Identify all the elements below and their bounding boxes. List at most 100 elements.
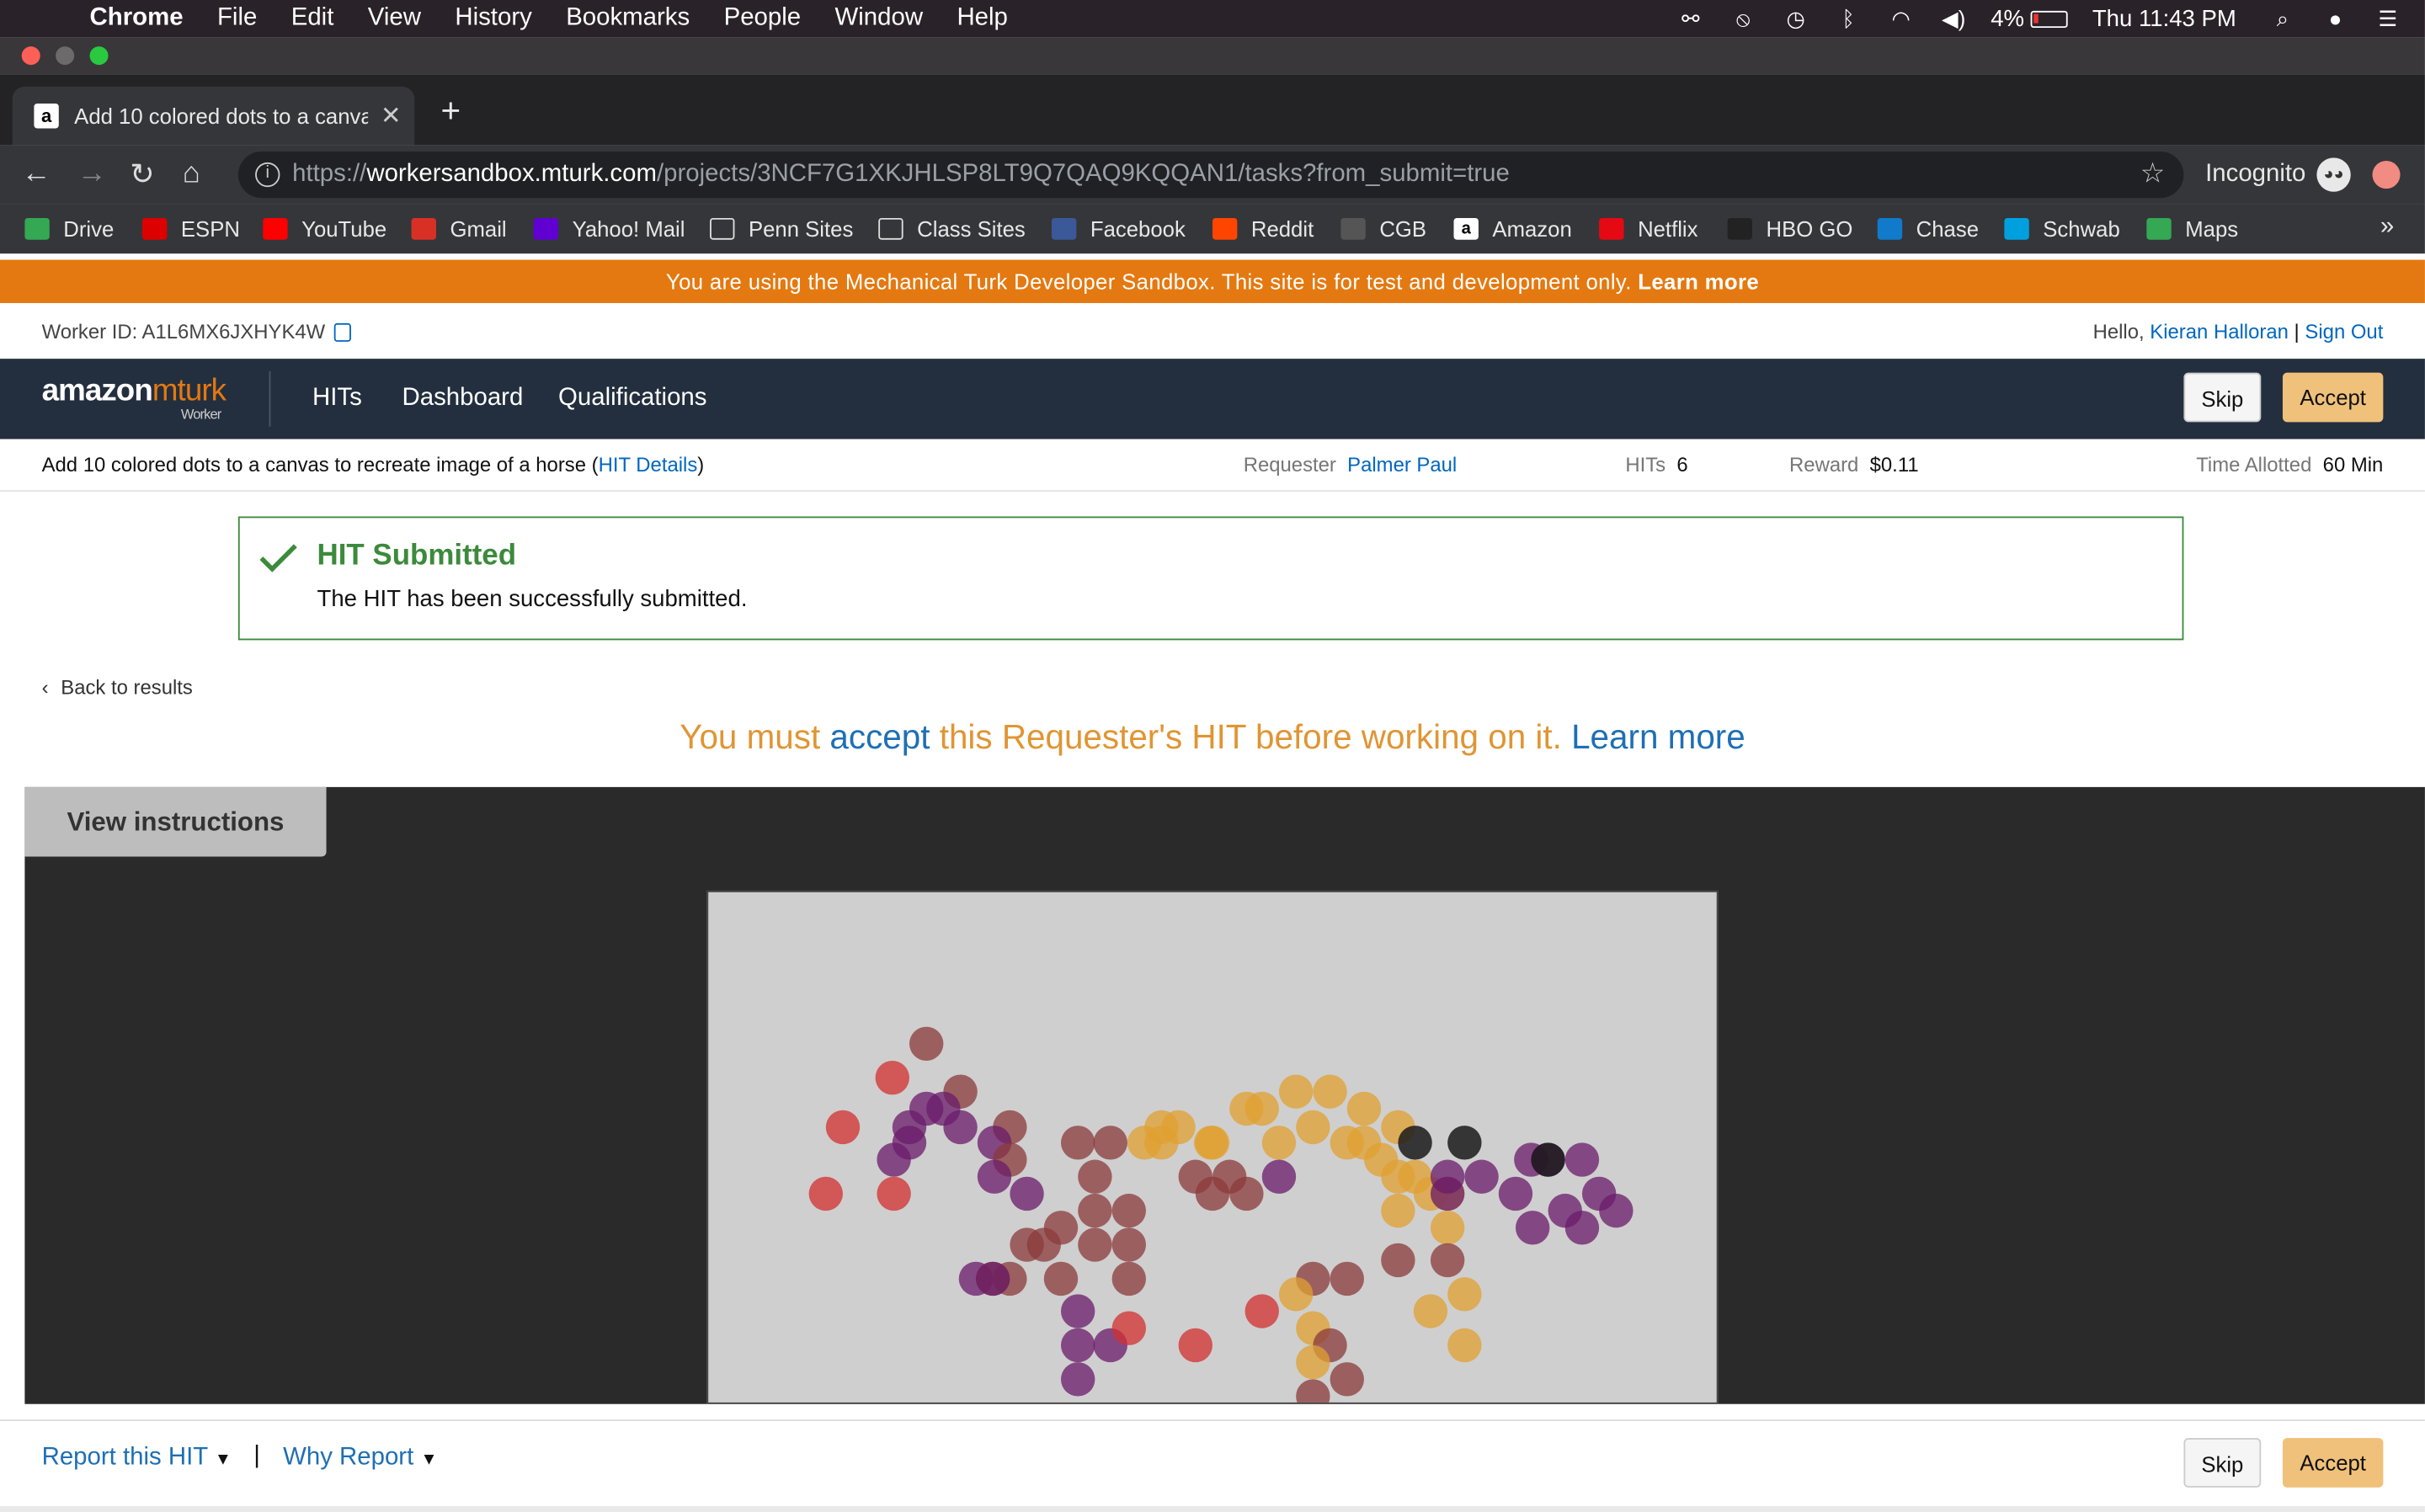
nav-hits[interactable]: HITs — [312, 385, 362, 413]
dot-orange — [1278, 1074, 1314, 1109]
dot-orange — [1278, 1277, 1314, 1312]
battery-icon[interactable] — [2030, 9, 2068, 28]
close-tab-icon[interactable]: ✕ — [381, 100, 402, 131]
menu-edit[interactable]: Edit — [291, 5, 334, 33]
bookmark-reddit[interactable]: Reddit — [1212, 216, 1314, 242]
dot-purple — [1060, 1294, 1095, 1328]
success-alert: HIT Submitted The HIT has been successfu… — [237, 516, 2184, 641]
back-arrow-icon[interactable]: ← — [22, 157, 51, 191]
dot-purple — [977, 1159, 1012, 1194]
bookmark-facebook[interactable]: Facebook — [1051, 216, 1186, 242]
bookmark-class-sites[interactable]: Class Sites — [878, 216, 1026, 242]
menu-history[interactable]: History — [455, 5, 531, 33]
facebook-icon — [1051, 217, 1077, 240]
sandbox-text: You are using the Mechanical Turk Develo… — [665, 269, 1632, 294]
dot-red — [1178, 1328, 1212, 1363]
dot-purple — [1060, 1328, 1095, 1363]
footer-accept-button[interactable]: Accept — [2282, 1438, 2384, 1488]
menu-window[interactable]: Window — [835, 5, 924, 33]
dot-maroon — [1111, 1193, 1146, 1228]
address-bar[interactable]: i https://workersandbox.mturk.com/projec… — [237, 151, 2184, 199]
dot-purple — [1564, 1211, 1600, 1245]
bookmark-youtube[interactable]: YouTube — [263, 216, 387, 242]
nav-qualifications[interactable]: Qualifications — [558, 385, 706, 413]
bookmark-cgb[interactable]: CGB — [1340, 216, 1426, 242]
nav-dashboard[interactable]: Dashboard — [402, 385, 524, 413]
bookmark-gmail[interactable]: Gmail — [411, 216, 507, 242]
skip-button[interactable]: Skip — [2183, 372, 2262, 423]
dot-red — [808, 1176, 844, 1211]
site-info-icon[interactable]: i — [255, 162, 280, 188]
sandbox-learn-more-link[interactable]: Learn more — [1638, 269, 1759, 294]
clock[interactable]: Thu 11:43 PM — [2092, 5, 2236, 31]
requester-link[interactable]: Palmer Paul — [1347, 453, 1457, 476]
new-tab-icon[interactable]: + — [440, 91, 461, 131]
incognito-icon[interactable]: ◕◕ — [2316, 157, 2351, 192]
time-machine-icon[interactable]: ◷ — [1780, 6, 1811, 30]
bookmarks-overflow-icon[interactable]: » — [2380, 213, 2394, 241]
home-icon[interactable]: ⌂ — [183, 157, 200, 191]
bookmark-star-icon[interactable]: ☆ — [2140, 157, 2166, 190]
zoom-window-button[interactable] — [89, 46, 109, 66]
bookmark-amazon[interactable]: a Amazon — [1453, 216, 1572, 242]
wifi-icon[interactable]: ◠ — [1885, 6, 1916, 30]
bookmark-label: Reddit — [1250, 216, 1314, 242]
circle-slash-icon[interactable]: ⦸ — [1728, 6, 1759, 30]
menu-app-name[interactable]: Chrome — [90, 5, 184, 33]
espn-icon — [141, 217, 168, 240]
close-window-button[interactable] — [21, 46, 40, 66]
bookmark-chase[interactable]: Chase — [1877, 216, 1979, 242]
browser-tab[interactable]: a Add 10 colored dots to a canvas to rec… — [12, 86, 415, 146]
mturk-logo[interactable]: amazonmturk Worker — [42, 374, 227, 422]
bookmark-netflix[interactable]: Netflix — [1599, 216, 1698, 242]
must-accept-pre: You must — [680, 717, 830, 757]
bluetooth-icon[interactable]: ᛒ — [1833, 6, 1864, 30]
forward-arrow-icon[interactable]: → — [77, 157, 107, 191]
footer-skip-button[interactable]: Skip — [2183, 1438, 2262, 1488]
menu-help[interactable]: Help — [957, 5, 1007, 33]
spotlight-search-icon[interactable]: ⌕ — [2268, 6, 2299, 30]
menu-file[interactable]: File — [217, 5, 257, 33]
accept-button[interactable]: Accept — [2282, 372, 2384, 423]
time-allotted-value: 60 Min — [2322, 453, 2384, 476]
siri-icon[interactable]: ● — [2320, 6, 2351, 30]
report-hit-dropdown[interactable]: Report this HIT ▼ — [42, 1444, 232, 1472]
notification-center-icon[interactable]: ☰ — [2372, 6, 2403, 30]
hits-count: 6 — [1676, 453, 1688, 476]
incognito-label[interactable]: Incognito — [2205, 161, 2305, 189]
view-instructions-button[interactable]: View instructions — [24, 786, 327, 857]
folder-icon — [710, 217, 735, 240]
bookmark-label: YouTube — [301, 216, 387, 242]
back-to-results-link[interactable]: ‹ Back to results — [42, 676, 193, 700]
bookmark-drive[interactable]: Drive — [24, 216, 114, 242]
extension-icon[interactable] — [2372, 161, 2401, 189]
minimize-window-button[interactable] — [56, 46, 75, 66]
worker-name-link[interactable]: Kieran Halloran — [2150, 320, 2289, 343]
bookmark-schwab[interactable]: Schwab — [2004, 216, 2120, 242]
worker-bar: Worker ID: A1L6MX6JXHYK4W Hello, Kieran … — [0, 302, 2425, 359]
sign-out-link[interactable]: Sign Out — [2305, 320, 2383, 343]
bookmark-yahoo-mail[interactable]: Yahoo! Mail — [533, 216, 685, 242]
reload-icon[interactable]: ↻ — [130, 157, 154, 193]
drawing-canvas[interactable] — [706, 890, 1719, 1404]
why-report-dropdown[interactable]: Why Report ▼ — [283, 1444, 437, 1472]
hit-details-link[interactable]: HIT Details — [599, 453, 698, 476]
bookmark-espn[interactable]: ESPN — [141, 216, 240, 242]
dot-maroon — [1078, 1159, 1112, 1194]
bookmark-hbo-go[interactable]: HBO GO — [1727, 216, 1852, 242]
copy-icon[interactable] — [334, 322, 352, 342]
volume-icon[interactable]: ◀) — [1938, 6, 1969, 30]
youtube-icon — [263, 217, 288, 240]
menu-view[interactable]: View — [368, 5, 421, 33]
footer-bar: Report this HIT ▼ | Why Report ▼ Skip Ac… — [0, 1419, 2425, 1506]
menu-people[interactable]: People — [724, 5, 802, 33]
bookmark-penn-sites[interactable]: Penn Sites — [710, 216, 853, 242]
dot-orange — [1296, 1110, 1330, 1145]
glasses-icon[interactable]: ⚯ — [1676, 6, 1707, 30]
dot-black — [1398, 1126, 1432, 1160]
nav-divider — [269, 370, 271, 427]
menu-bookmarks[interactable]: Bookmarks — [566, 5, 690, 33]
learn-more-link[interactable]: Learn more — [1571, 717, 1745, 756]
accept-link[interactable]: accept — [829, 717, 930, 756]
bookmark-maps[interactable]: Maps — [2146, 216, 2238, 242]
